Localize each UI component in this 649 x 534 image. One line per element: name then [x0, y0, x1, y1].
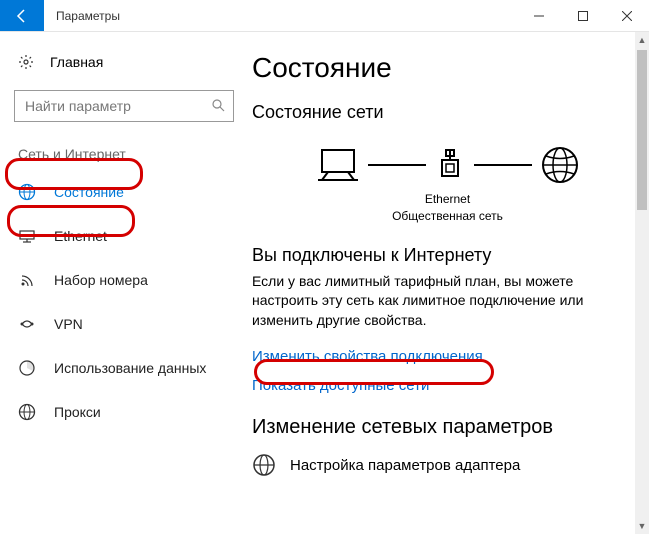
sidebar: Главная Сеть и Интернет Состояние Ethern… [0, 32, 248, 534]
connection-type: Ethernet [252, 191, 643, 208]
dialup-icon [18, 271, 36, 289]
scrollbar-thumb[interactable] [637, 50, 647, 210]
sidebar-item-label: Использование данных [54, 360, 206, 376]
search-box[interactable] [14, 90, 234, 122]
search-icon [211, 98, 225, 115]
sidebar-item-label: Прокси [54, 404, 101, 420]
close-button[interactable] [605, 0, 649, 31]
close-icon [622, 11, 632, 21]
ethernet-icon [18, 227, 36, 245]
sidebar-item-label: VPN [54, 316, 83, 332]
scroll-up-arrow[interactable]: ▲ [635, 32, 649, 48]
window-controls [517, 0, 649, 31]
change-connection-properties-link[interactable]: Изменить свойства подключения [252, 348, 643, 365]
window-title: Параметры [44, 0, 132, 31]
sidebar-item-ethernet[interactable]: Ethernet [0, 214, 248, 258]
page-title: Состояние [252, 52, 643, 84]
network-diagram-labels: Ethernet Общественная сеть [252, 191, 643, 225]
scroll-down-arrow[interactable]: ▼ [635, 518, 649, 534]
back-button[interactable] [0, 0, 44, 31]
gear-icon [18, 54, 34, 70]
adapter-settings-row[interactable]: Настройка параметров адаптера [252, 453, 643, 477]
minimize-icon [534, 11, 544, 21]
sidebar-item-dialup[interactable]: Набор номера [0, 258, 248, 302]
adapter-icon [252, 453, 276, 477]
connected-description: Если у вас лимитный тарифный план, вы мо… [252, 272, 643, 331]
network-diagram [252, 145, 643, 185]
main-content: Состояние Состояние сети Ethernet Общест… [248, 32, 649, 534]
network-status-heading: Состояние сети [252, 102, 643, 123]
connection-line [368, 164, 426, 166]
show-available-networks-link[interactable]: Показать доступные сети [252, 377, 643, 394]
scrollbar[interactable]: ▲ ▼ [635, 32, 649, 534]
adapter-settings-label: Настройка параметров адаптера [290, 457, 520, 474]
computer-icon [316, 148, 360, 182]
maximize-icon [578, 11, 588, 21]
status-icon [18, 183, 36, 201]
connected-heading: Вы подключены к Интернету [252, 245, 643, 266]
sidebar-item-proxy[interactable]: Прокси [0, 390, 248, 434]
titlebar: Параметры [0, 0, 649, 32]
home-button[interactable]: Главная [0, 42, 248, 82]
network-profile: Общественная сеть [252, 208, 643, 225]
connection-line [474, 164, 532, 166]
sidebar-item-vpn[interactable]: VPN [0, 302, 248, 346]
sidebar-item-data-usage[interactable]: Использование данных [0, 346, 248, 390]
minimize-button[interactable] [517, 0, 561, 31]
home-label: Главная [50, 54, 103, 70]
maximize-button[interactable] [561, 0, 605, 31]
search-input[interactable] [23, 97, 211, 115]
data-usage-icon [18, 359, 36, 377]
sidebar-category: Сеть и Интернет [0, 138, 248, 170]
proxy-icon [18, 403, 36, 421]
change-network-params-heading: Изменение сетевых параметров [252, 416, 643, 439]
sidebar-item-status[interactable]: Состояние [0, 170, 248, 214]
sidebar-item-label: Набор номера [54, 272, 148, 288]
vpn-icon [18, 315, 36, 333]
router-icon [434, 148, 466, 182]
sidebar-item-label: Состояние [54, 184, 124, 200]
sidebar-item-label: Ethernet [54, 228, 107, 244]
globe-icon [540, 145, 580, 185]
arrow-left-icon [14, 8, 30, 24]
